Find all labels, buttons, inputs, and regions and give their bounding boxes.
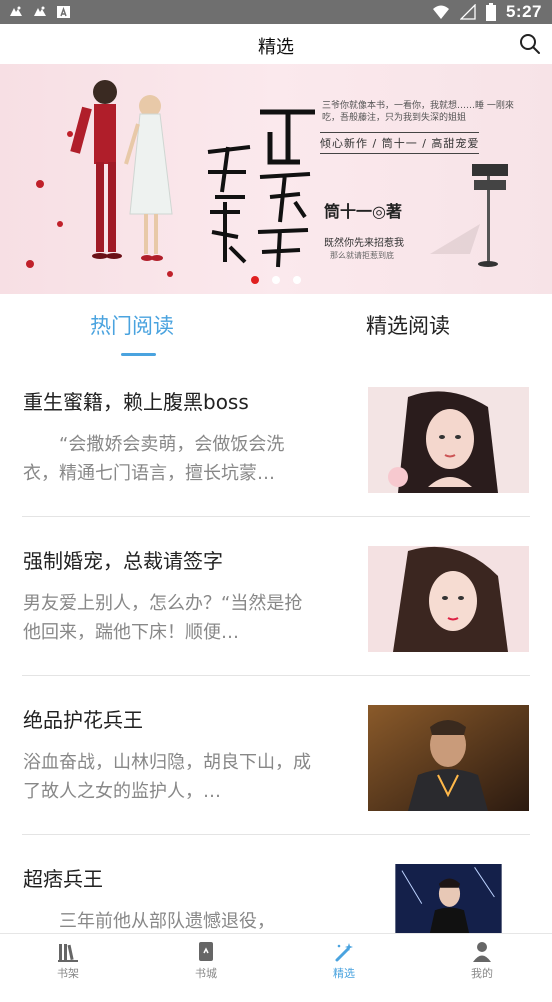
book-title: 超痞兵王 [23,867,103,891]
banner-subline-small: 那么就请拒惹到底 [330,251,394,260]
nav-label: 书城 [195,967,217,980]
section-tabs: 热门阅读 精选阅读 [0,294,552,366]
page-title: 精选 [258,37,294,58]
banner-calligraphy-title [207,109,315,268]
book-title: 强制婚宠，总裁请签字 [23,549,223,573]
book-title: 绝品护花兵王 [23,708,143,732]
book-cover [368,387,529,493]
banner-author: 筒十一◎著 [324,202,402,221]
nav-bookshelf[interactable]: 书架 [28,938,108,981]
carousel-dot[interactable] [251,276,259,284]
list-divider [22,834,530,835]
bottom-navigation: 书架 书城 精选 我的 [0,933,552,985]
nav-featured[interactable]: 精选 [304,938,384,981]
book-cover [395,864,502,934]
book-list-item[interactable]: 强制婚宠，总裁请签字 男友爱上别人，怎么办？“当然是抢他回来，踹他下床！顺便… [0,525,552,684]
magic-wand-icon [335,943,353,962]
clock: 5:27 [505,2,542,21]
tab-featured-reading[interactable]: 精选阅读 [366,310,450,340]
person-icon [473,942,491,962]
nav-label: 精选 [333,967,355,980]
active-tab-indicator [121,353,156,356]
a-box-icon [57,6,70,18]
notification-icon [10,6,22,16]
book-description: 男友爱上别人，怎么办？“当然是抢他回来，踹他下床！顺便… [23,593,303,643]
book-cover [368,705,529,811]
list-divider [22,516,530,517]
list-divider [22,675,530,676]
banner-newwork: 倾心新作 / 筒十一 / 高甜宠爱 [320,132,480,154]
book-description: “会撒娇会卖萌，会做饭会洗衣，精通七门语言，擅长坑蒙… [23,434,285,484]
notification-icon [34,6,46,16]
book-store-icon [199,942,213,961]
wifi-icon [432,5,449,19]
status-bar: 5:27 [0,0,552,24]
banner-tagline: 三爷你就像本书，一看你，我就想……睡 一刚來吃，吾般藤注，只为我到失深的姐姐 [322,101,514,123]
promo-banner[interactable]: 三爷你就像本书，一看你，我就想……睡 一刚來吃，吾般藤注，只为我到失深的姐姐 倾… [0,64,552,294]
signal-icon [459,4,476,20]
book-description: 浴血奋战，山林归隐，胡良下山，成了故人之女的监护人，… [23,752,311,802]
book-list-item[interactable]: 重生蜜籍，赖上腹黑boss “会撒娇会卖萌，会做饭会洗衣，精通七门语言，擅长坑蒙… [0,366,552,525]
nav-label: 我的 [471,967,493,980]
banner-subline: 既然你先来招惹我 [324,238,404,249]
bookshelf-icon [58,944,78,962]
book-cover [368,546,529,652]
nav-label: 书架 [57,967,79,980]
search-icon[interactable] [518,32,542,56]
book-list-item[interactable]: 绝品护花兵王 浴血奋战，山林归隐，胡良下山，成了故人之女的监护人，… [0,684,552,843]
book-title: 重生蜜籍，赖上腹黑boss [23,390,249,414]
nav-bookstore[interactable]: 书城 [166,938,246,981]
top-bar: 精选 [0,24,552,64]
carousel-dot[interactable] [272,276,280,284]
tab-hot-reading[interactable]: 热门阅读 [90,310,174,340]
battery-icon [485,3,496,21]
carousel-indicator[interactable] [0,276,552,284]
nav-mine[interactable]: 我的 [442,938,522,981]
carousel-dot[interactable] [293,276,301,284]
